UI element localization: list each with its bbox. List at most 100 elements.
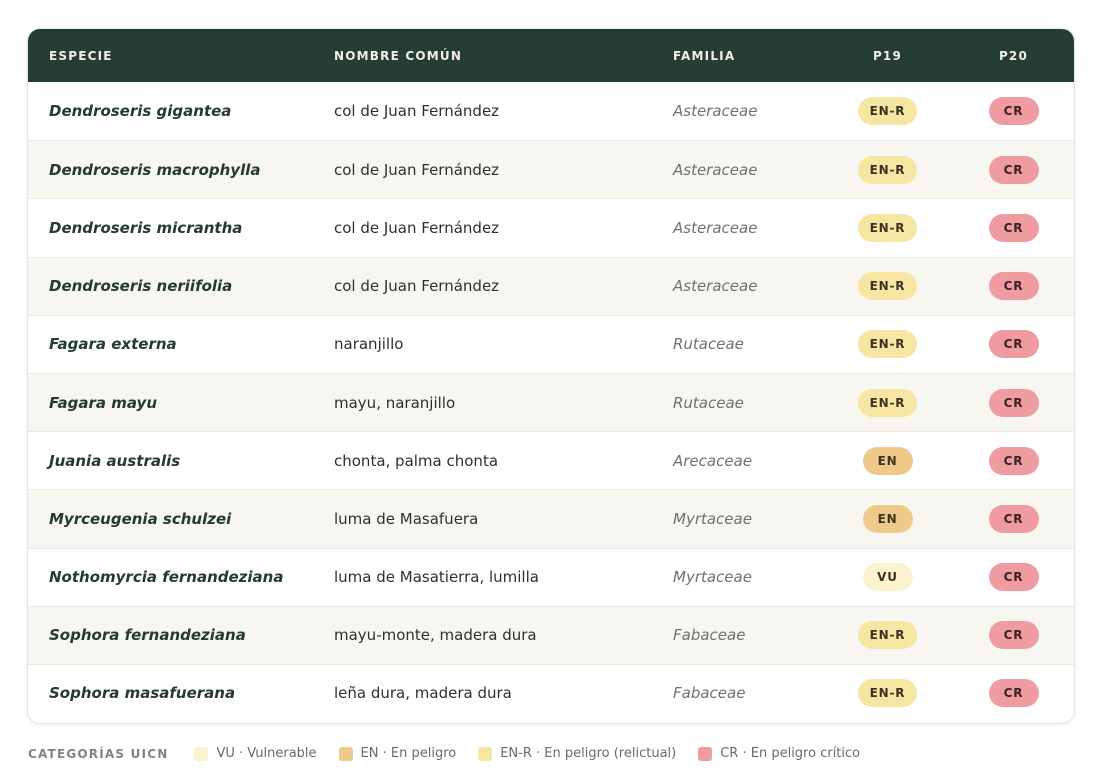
cell-p19: EN-R [822,388,953,417]
cell-p20: CR [953,621,1074,650]
cell-p20: CR [953,272,1074,301]
cell-especie: Fagara mayu [49,393,157,412]
cell-nombre-comun: naranjillo [334,335,404,354]
table-row[interactable]: Dendroseris macrophylla col de Juan Ferná… [28,140,1074,199]
cell-p20: CR [953,388,1074,417]
status-badge: CR [988,446,1039,475]
cell-nombre-comun: mayu-monte, madera dura [334,626,537,645]
cell-p20: CR [953,504,1074,533]
cell-familia: Fabaceae [673,684,746,703]
cell-p20: CR [953,679,1074,708]
cell-familia: Fabaceae [673,626,746,645]
legend-label: EN-R · En peligro (relictual) [500,746,677,761]
cell-p19: EN-R [822,272,953,301]
cell-p19: EN [822,504,953,533]
table-row[interactable]: Sophora fernandeziana mayu-monte, madera … [28,605,1074,664]
legend-label: EN · En peligro [360,746,457,761]
cell-especie: Dendroseris neriifolia [49,277,233,296]
cell-nombre-comun: col de Juan Fernández [334,218,500,237]
table-body: Dendroseris gigantea col de Juan Fernánde… [28,82,1074,722]
cell-p20: CR [953,563,1074,592]
cell-p20: CR [953,97,1074,126]
legend-title: CATEGORÍAS UICN [28,746,169,761]
col-header-p19[interactable]: P19 [822,49,953,63]
legend-item: VU · Vulnerable [194,746,317,761]
cell-familia: Myrtaceae [673,509,752,528]
status-badge: VU [862,563,913,592]
status-badge: CR [988,97,1039,126]
status-badge: EN-R [857,97,918,126]
col-header-p20[interactable]: P20 [953,49,1074,63]
cell-especie: Fagara externa [49,335,177,354]
cell-p19: EN-R [822,679,953,708]
cell-nombre-comun: luma de Masatierra, lumilla [334,568,539,587]
table-row[interactable]: Fagara externa naranjillo Rutaceae EN-R CR [28,314,1074,373]
cell-familia: Myrtaceae [673,568,752,587]
table-row[interactable]: Dendroseris neriifolia col de Juan Fernán… [28,256,1074,315]
status-badge: CR [988,679,1039,708]
cell-p19: VU [822,563,953,592]
status-badge: EN-R [857,213,918,242]
legend-item: EN-R · En peligro (relictual) [478,746,676,761]
status-badge: EN-R [857,388,918,417]
col-header-nombre-comun[interactable]: NOMBRE COMÚN [313,49,652,63]
cell-familia: Asteraceae [673,102,758,121]
cell-familia: Asteraceae [673,160,758,179]
legend-label: CR · En peligro crítico [720,746,861,761]
legend-swatch [478,746,493,761]
cell-especie: Juania australis [49,451,181,470]
legend-item: EN · En peligro [338,746,457,761]
table-row[interactable]: Juania australis chonta, palma chonta Arec… [28,431,1074,489]
cell-especie: Myrceugenia schulzei [49,509,232,528]
legend-swatch [194,746,209,761]
cell-p19: EN-R [822,330,953,359]
cell-especie: Dendroseris macrophylla [49,160,261,179]
cell-familia: Asteraceae [673,218,758,237]
species-table: ESPECIE NOMBRE COMÚN FAMILIA P19 P20 Den… [28,29,1074,723]
cell-p20: CR [953,213,1074,242]
table-row[interactable]: Nothomyrcia fernandeziana luma de Masatie… [28,547,1074,606]
col-header-especie[interactable]: ESPECIE [28,49,313,63]
table-row[interactable]: Myrceugenia schulzei luma de Masafuera Myr… [28,489,1074,548]
legend-swatch [698,746,713,761]
status-badge: EN-R [857,155,918,184]
status-badge: EN-R [857,272,918,301]
status-badge: CR [988,504,1039,533]
cell-p19: EN-R [822,155,953,184]
cell-p19: EN [822,446,953,475]
legend-item: CR · En peligro crítico [698,746,860,761]
status-badge: CR [988,621,1039,650]
cell-especie: Sophora fernandeziana [49,626,246,645]
legend-label: VU · Vulnerable [216,746,317,761]
cell-nombre-comun: chonta, palma chonta [334,451,499,470]
cell-nombre-comun: col de Juan Fernández [334,277,500,296]
legend-swatch [338,746,353,761]
cell-familia: Arecaceae [673,451,752,470]
cell-familia: Asteraceae [673,277,758,296]
status-badge: EN-R [857,330,918,359]
cell-p19: EN-R [822,621,953,650]
status-badge: EN-R [857,621,918,650]
cell-especie: Dendroseris gigantea [49,102,232,121]
cell-familia: Rutaceae [673,335,744,354]
table-row[interactable]: Sophora masafuerana leña dura, madera dur… [28,663,1074,722]
table-row[interactable]: Dendroseris micrantha col de Juan Fernánd… [28,198,1074,256]
cell-familia: Rutaceae [673,393,744,412]
cell-especie: Dendroseris micrantha [49,218,243,237]
table-row[interactable]: Fagara mayu mayu, naranjillo Rutaceae EN-R C… [28,372,1074,432]
cell-p19: EN-R [822,97,953,126]
col-header-familia[interactable]: FAMILIA [652,49,822,63]
cell-especie: Nothomyrcia fernandeziana [49,568,284,587]
status-badge: CR [988,213,1039,242]
status-badge: EN [862,504,913,533]
legend: CATEGORÍAS UICN VU · Vulnerable EN · En p… [28,746,882,761]
status-badge: CR [988,388,1039,417]
cell-p19: EN-R [822,213,953,242]
cell-nombre-comun: col de Juan Fernández [334,160,500,179]
table-header: ESPECIE NOMBRE COMÚN FAMILIA P19 P20 [28,29,1074,82]
cell-p20: CR [953,446,1074,475]
cell-nombre-comun: col de Juan Fernández [334,102,500,121]
table-row[interactable]: Dendroseris gigantea col de Juan Fernánde… [28,82,1074,140]
status-badge: CR [988,272,1039,301]
status-badge: EN-R [857,679,918,708]
